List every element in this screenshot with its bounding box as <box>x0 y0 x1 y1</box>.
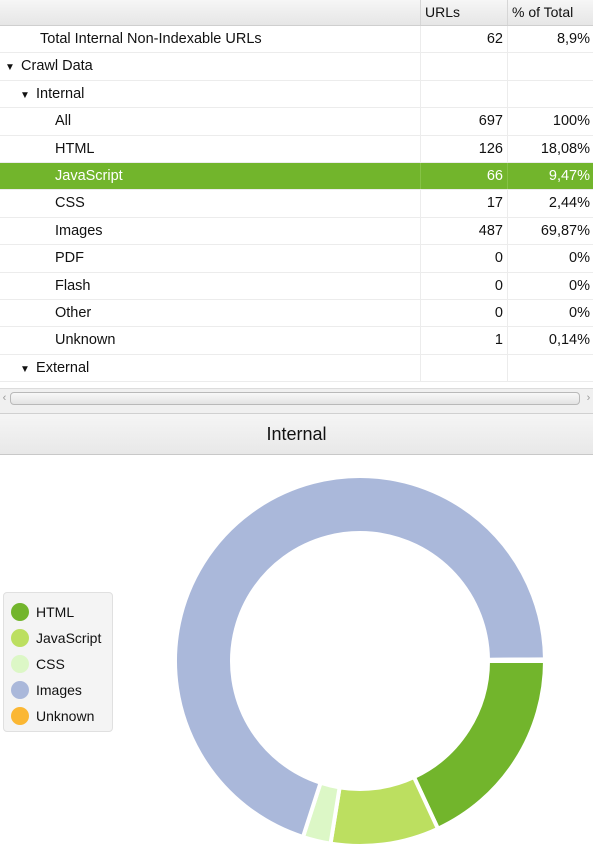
row-label-cell: Flash <box>0 272 421 299</box>
row-label: CSS <box>55 195 85 212</box>
table-row[interactable]: ▼ External <box>0 354 593 383</box>
percent-cell: 9,47% <box>548 167 590 184</box>
percent-cell: 8,9% <box>556 31 590 47</box>
table-row[interactable]: Other 0 0% <box>0 299 593 328</box>
urls-cell: 697 <box>421 108 508 135</box>
legend-label: CSS <box>36 656 65 672</box>
row-label: External <box>36 359 90 376</box>
table-row[interactable]: ▼ Crawl Data <box>0 53 593 81</box>
row-label-cell: ▼ External <box>0 354 421 383</box>
table-row[interactable]: All 697 100% <box>0 108 593 136</box>
chart-legend: HTML JavaScript CSS Images Unknown <box>3 592 113 732</box>
legend-label: Unknown <box>36 708 95 724</box>
urls-cell: 1 <box>421 327 508 354</box>
urls-cell: 62 <box>421 26 508 53</box>
percent-cell: 18,08% <box>540 140 590 157</box>
legend-swatch-icon <box>11 681 29 699</box>
row-label: JavaScript <box>55 167 123 184</box>
row-label: Crawl Data <box>21 58 93 75</box>
urls-cell: 0 <box>421 272 508 299</box>
row-label-cell: All <box>0 108 421 135</box>
expand-arrow-icon[interactable]: ▼ <box>18 83 32 109</box>
legend-swatch-icon <box>11 629 29 647</box>
legend-swatch-icon <box>11 707 29 725</box>
row-label: All <box>55 113 72 130</box>
row-label-cell: Other <box>0 299 421 327</box>
row-label-cell: ▼ Crawl Data <box>0 53 421 81</box>
legend-item[interactable]: JavaScript <box>4 625 112 651</box>
horizontal-scrollbar[interactable]: ‹ › <box>0 388 593 407</box>
legend-label: HTML <box>36 604 75 620</box>
row-label-cell: JavaScript <box>0 162 421 190</box>
row-label: Internal <box>36 85 85 102</box>
expand-arrow-icon[interactable]: ▼ <box>3 55 17 81</box>
scrollbar-thumb[interactable] <box>10 392 580 405</box>
overview-table: URLs % of Total Total Internal Non-Index… <box>0 0 593 388</box>
expand-arrow-icon[interactable]: ▼ <box>18 357 32 383</box>
row-label: Images <box>55 222 103 239</box>
donut-slice-html[interactable] <box>411 659 548 832</box>
table-row[interactable]: Images 487 69,87% <box>0 217 593 246</box>
table-row[interactable]: Total Internal Non-Indexable URLs 62 8,9% <box>0 26 593 54</box>
legend-swatch-icon <box>11 655 29 673</box>
percent-cell: 0% <box>569 304 590 321</box>
column-header-name[interactable] <box>0 0 421 25</box>
row-label: Total Internal Non-Indexable URLs <box>40 31 262 47</box>
urls-cell <box>421 53 508 80</box>
table-row[interactable]: PDF 0 0% <box>0 245 593 273</box>
row-label: Flash <box>55 277 91 294</box>
percent-cell <box>508 53 593 79</box>
percent-cell: 100% <box>552 113 590 130</box>
urls-cell: 487 <box>421 217 508 245</box>
column-header-percent[interactable]: % of Total <box>508 0 593 25</box>
legend-item[interactable]: HTML <box>4 599 112 625</box>
percent-cell: 0% <box>569 250 590 267</box>
row-label-cell: Total Internal Non-Indexable URLs <box>0 26 421 53</box>
table-row[interactable]: HTML 126 18,08% <box>0 135 593 163</box>
legend-label: Images <box>36 682 82 698</box>
legend-item[interactable]: CSS <box>4 651 112 677</box>
table-row[interactable]: ▼ Internal <box>0 80 593 109</box>
table-row[interactable]: Unknown 1 0,14% <box>0 327 593 355</box>
urls-cell: 17 <box>421 190 508 217</box>
donut-slice-unknown[interactable] <box>485 657 548 663</box>
scroll-right-arrow-icon[interactable]: › <box>584 390 593 406</box>
table-row[interactable]: Flash 0 0% <box>0 272 593 300</box>
percent-cell <box>508 81 593 107</box>
urls-cell: 0 <box>421 299 508 327</box>
chart-title: Internal <box>0 413 593 455</box>
row-label-cell: ▼ Internal <box>0 80 421 109</box>
row-label: PDF <box>55 250 84 267</box>
table-row[interactable]: CSS 17 2,44% <box>0 190 593 218</box>
urls-cell: 66 <box>421 162 508 190</box>
column-header-urls[interactable]: URLs <box>421 0 508 25</box>
legend-swatch-icon <box>11 603 29 621</box>
table-row[interactable]: JavaScript 66 9,47% <box>0 162 593 191</box>
row-label: HTML <box>55 140 95 157</box>
row-label-cell: Unknown <box>0 327 421 354</box>
row-label: Other <box>55 304 92 321</box>
row-label-cell: HTML <box>0 135 421 162</box>
legend-item[interactable]: Images <box>4 677 112 703</box>
row-label: Unknown <box>55 332 116 349</box>
legend-label: JavaScript <box>36 630 102 646</box>
table-body: Total Internal Non-Indexable URLs 62 8,9% ▼… <box>0 26 593 383</box>
legend-item[interactable]: Unknown <box>4 703 112 729</box>
scroll-left-arrow-icon[interactable]: ‹ <box>0 390 9 406</box>
percent-cell <box>508 355 593 381</box>
row-label-cell: Images <box>0 217 421 245</box>
urls-cell: 0 <box>421 245 508 272</box>
table-header: URLs % of Total <box>0 0 593 26</box>
urls-cell <box>421 80 508 108</box>
urls-cell: 126 <box>421 135 508 162</box>
percent-cell: 0,14% <box>548 332 590 349</box>
row-label-cell: PDF <box>0 245 421 272</box>
percent-cell: 0% <box>569 277 590 294</box>
percent-cell: 69,87% <box>540 222 590 239</box>
chart-area: HTML JavaScript CSS Images Unknown <box>0 455 593 857</box>
urls-cell <box>421 354 508 382</box>
row-label-cell: CSS <box>0 190 421 217</box>
percent-cell: 2,44% <box>548 195 590 212</box>
